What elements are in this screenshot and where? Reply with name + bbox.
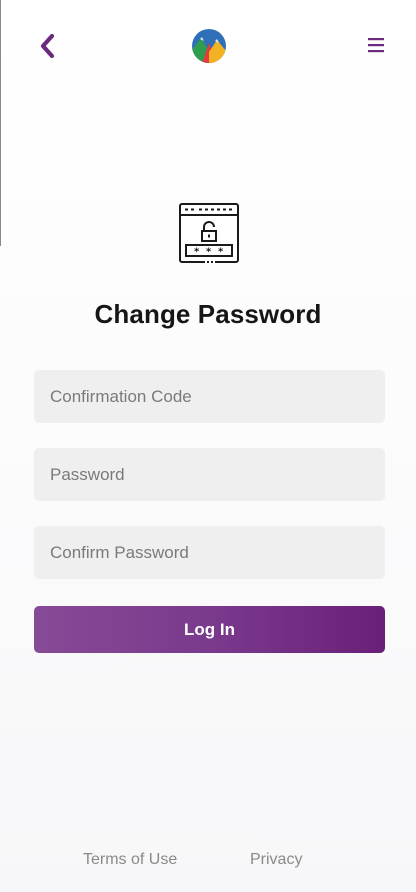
privacy-link[interactable]: Privacy — [250, 851, 302, 869]
hamburger-menu-icon — [368, 38, 384, 53]
log-in-button[interactable]: Log In — [34, 606, 385, 653]
screen-edge-divider — [0, 0, 1, 246]
chevron-left-icon — [40, 33, 55, 59]
svg-text:*: * — [218, 247, 224, 258]
app-logo — [192, 29, 226, 63]
confirm-password-field[interactable] — [34, 526, 385, 579]
menu-button[interactable] — [366, 36, 386, 54]
back-button[interactable] — [36, 32, 62, 60]
mountains-logo-icon — [192, 29, 226, 63]
confirmation-code-field[interactable] — [34, 370, 385, 423]
svg-text:*: * — [206, 247, 212, 258]
locked-password-window-icon: * * * — [179, 203, 239, 263]
terms-of-use-link[interactable]: Terms of Use — [83, 851, 177, 869]
hero-illustration: * * * — [177, 201, 241, 265]
page-title: Change Password — [94, 299, 322, 329]
password-field[interactable] — [34, 448, 385, 501]
svg-text:*: * — [194, 247, 200, 258]
